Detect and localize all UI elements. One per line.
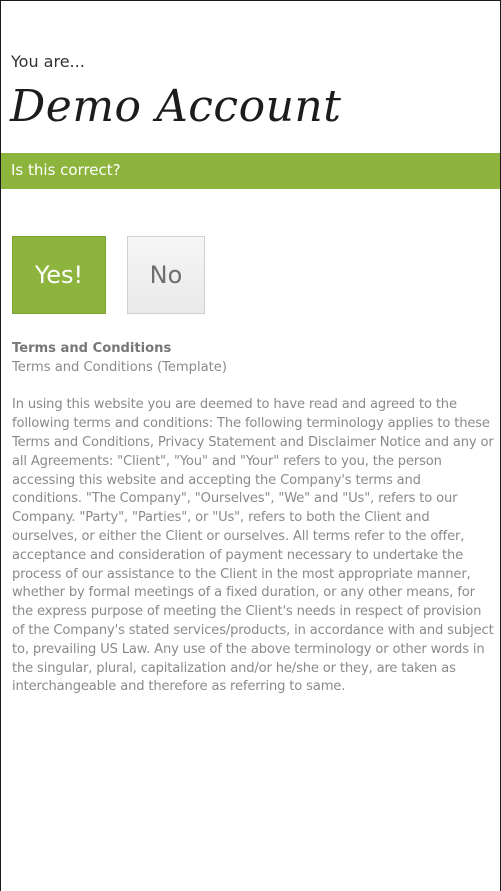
terms-title: Terms and Conditions (12, 341, 172, 356)
no-button[interactable]: No (127, 236, 205, 314)
you-are-label: You are... (11, 52, 85, 71)
confirmation-bar: Is this correct? (1, 153, 500, 189)
terms-spacer (12, 378, 494, 397)
yes-button[interactable]: Yes! (12, 236, 106, 314)
terms-section: Terms and Conditions Terms and Condition… (12, 340, 494, 697)
account-name-heading: Demo Account (10, 81, 342, 132)
confirmation-question: Is this correct? (11, 161, 121, 179)
page-frame: You are... Demo Account Is this correct?… (0, 0, 501, 891)
terms-subtitle: Terms and Conditions (Template) (12, 359, 227, 375)
terms-body-text: In using this website you are deemed to … (12, 397, 494, 695)
